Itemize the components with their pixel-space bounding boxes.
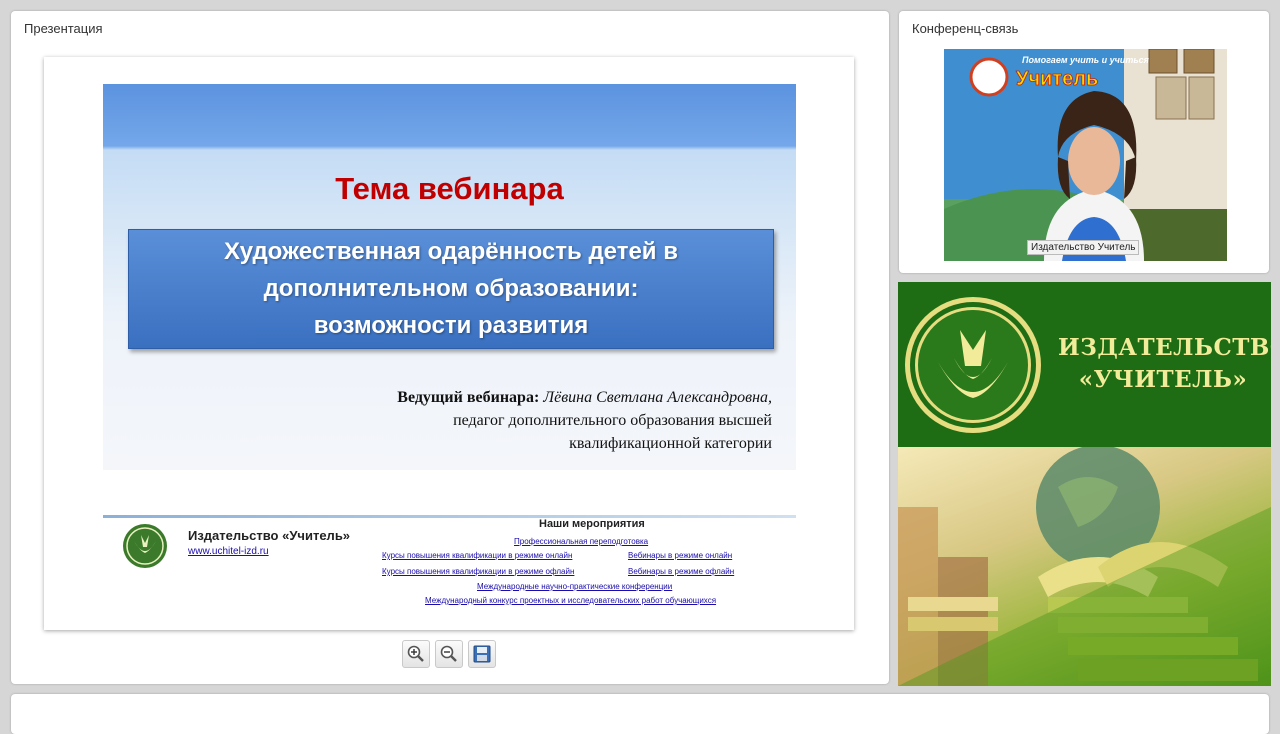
conference-panel: Конференц-связь Помогаем учить и учиться… bbox=[899, 11, 1269, 273]
zoom-out-icon bbox=[440, 645, 457, 662]
presenter-label: Ведущий вебинара: bbox=[397, 389, 540, 406]
publisher-url-link[interactable]: www.uchitel-izd.ru bbox=[188, 546, 269, 557]
zoom-in-icon bbox=[407, 645, 424, 662]
books-globe-illustration bbox=[898, 447, 1271, 686]
event-link-contest[interactable]: Международный конкурс проектных и исслед… bbox=[425, 596, 716, 605]
backdrop-banner-logo-text: Учитель bbox=[1016, 68, 1098, 90]
publisher-brand-banner: ИЗДАТЕЛЬСТВО «УЧИТЕЛЬ» bbox=[898, 282, 1271, 686]
slide-heading: Тема вебинара bbox=[335, 171, 564, 206]
events-title: Наши мероприятия bbox=[539, 518, 645, 530]
event-link-courses-offline[interactable]: Курсы повышения квалификации в режиме оф… bbox=[382, 567, 574, 576]
presentation-panel-title: Презентация bbox=[24, 21, 103, 36]
presenter-role-2: квалификационной категории bbox=[569, 435, 772, 452]
event-link-webinars-offline[interactable]: Вебинары в режиме офлайн bbox=[628, 567, 734, 576]
backdrop-banner-top-text: Помогаем учить и учиться bbox=[1022, 55, 1150, 65]
camera-participant-label: Издательство Учитель bbox=[1027, 240, 1140, 255]
presenter-name: Лёвина Светлана Александровна, bbox=[543, 389, 772, 406]
webcam-frame-image: Помогаем учить и учиться Учитель bbox=[944, 49, 1227, 261]
banner-books-image bbox=[898, 447, 1271, 686]
webinar-topic-box: Художественная одарённость детей в допол… bbox=[128, 229, 774, 349]
publisher-emblem-icon bbox=[905, 297, 1041, 433]
event-link-webinars-online[interactable]: Вебинары в режиме онлайн bbox=[628, 551, 732, 560]
webcam-video[interactable]: Помогаем учить и учиться Учитель Издател… bbox=[944, 49, 1227, 261]
publisher-name: Издательство «Учитель» bbox=[188, 528, 351, 543]
event-link-courses-online[interactable]: Курсы повышения квалификации в режиме он… bbox=[382, 551, 572, 560]
presentation-panel: Презентация Тема вебинара Художественная… bbox=[11, 11, 889, 684]
bottom-panel bbox=[11, 694, 1269, 734]
slide-footer-divider bbox=[103, 515, 796, 518]
topic-line-3: возможности развития bbox=[313, 312, 589, 339]
banner-title-line-2: «УЧИТЕЛЬ» bbox=[1078, 366, 1248, 393]
presentation-slide: Тема вебинара Художественная одарённость… bbox=[44, 57, 854, 630]
topic-line-1: Художественная одарённость детей в bbox=[224, 238, 678, 265]
save-button[interactable] bbox=[468, 640, 496, 668]
topic-line-2: дополнительном образовании: bbox=[263, 275, 639, 302]
zoom-in-button[interactable] bbox=[402, 640, 430, 668]
conference-panel-title: Конференц-связь bbox=[912, 21, 1019, 36]
floppy-save-icon bbox=[473, 645, 491, 663]
banner-green-area: ИЗДАТЕЛЬСТВО «УЧИТЕЛЬ» bbox=[898, 282, 1271, 447]
presenter-line: Ведущий вебинара: Лёвина Светлана Алекса… bbox=[397, 389, 772, 407]
presenter-role-1: педагог дополнительного образования высш… bbox=[453, 412, 772, 429]
publisher-logo-icon bbox=[123, 524, 167, 568]
zoom-out-button[interactable] bbox=[435, 640, 463, 668]
event-link-conferences[interactable]: Международные научно-практические конфер… bbox=[477, 582, 672, 591]
event-link-retraining[interactable]: Профессиональная переподготовка bbox=[514, 537, 648, 546]
banner-title-line-1: ИЗДАТЕЛЬСТВО bbox=[1058, 334, 1271, 361]
